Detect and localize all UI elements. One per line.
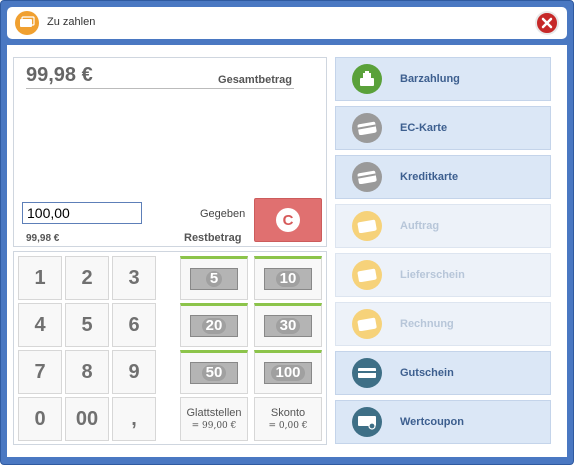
rest-amount: 99,98 € — [26, 233, 60, 244]
key-9[interactable]: 9 — [112, 350, 156, 394]
key-2[interactable]: 2 — [65, 256, 109, 300]
content-area: 99,98 € Gesamtbetrag Gegeben C 99,98 € R… — [7, 45, 567, 457]
note-30-button[interactable]: 30 — [254, 303, 322, 347]
card-icon — [352, 113, 382, 143]
total-amount: 99,98 € — [26, 64, 93, 86]
payment-voucher-button[interactable]: Gutschein — [335, 351, 551, 395]
document-icon — [352, 309, 382, 339]
cash-register-icon — [352, 64, 382, 94]
payment-label: Kreditkarte — [400, 171, 459, 183]
payment-label: Lieferschein — [400, 269, 465, 281]
payment-coupon-button[interactable]: Wertcoupon — [335, 400, 551, 444]
key-00[interactable]: 00 — [65, 397, 109, 441]
money-icon — [15, 11, 39, 35]
payment-cash-button[interactable]: Barzahlung — [335, 57, 551, 101]
document-icon — [352, 211, 382, 241]
banknote-icon: 10 — [264, 268, 312, 290]
payment-label: Rechnung — [400, 318, 454, 330]
payment-invoice-button[interactable]: Rechnung — [335, 302, 551, 346]
banknote-icon: 50 — [190, 362, 238, 384]
key-4[interactable]: 4 — [18, 303, 62, 347]
key-5[interactable]: 5 — [65, 303, 109, 347]
note-10-button[interactable]: 10 — [254, 256, 322, 300]
key-7[interactable]: 7 — [18, 350, 62, 394]
given-amount-input[interactable] — [22, 202, 142, 224]
payment-delivery-note-button[interactable]: Lieferschein — [335, 253, 551, 297]
card-icon — [352, 162, 382, 192]
note-100-button[interactable]: 100 — [254, 350, 322, 394]
payment-methods: Barzahlung EC-Karte Kreditkarte Auftrag — [335, 57, 555, 449]
discount-button[interactable]: Skonto = 0,00 € — [254, 397, 322, 441]
banknote-stack-icon: 30 — [264, 315, 312, 337]
payment-label: Barzahlung — [400, 73, 460, 85]
close-icon — [541, 17, 553, 29]
banknote-icon: 5 — [190, 268, 238, 290]
window-title: Zu zahlen — [47, 16, 96, 28]
payment-label: Auftrag — [400, 220, 440, 232]
note-value: 50 — [201, 365, 227, 381]
round-button[interactable]: Glattstellen = 99,00 € — [180, 397, 248, 441]
banknote-icon: 100 — [264, 362, 312, 384]
key-3[interactable]: 3 — [112, 256, 156, 300]
note-value: 30 — [275, 318, 301, 334]
document-icon — [352, 260, 382, 290]
rest-label: Restbetrag — [184, 232, 242, 244]
note-value: 20 — [201, 318, 227, 334]
key-0[interactable]: 0 — [18, 397, 62, 441]
given-label: Gegeben — [200, 208, 246, 220]
note-50-button[interactable]: 50 — [180, 350, 248, 394]
payment-label: Gutschein — [400, 367, 454, 379]
clear-button[interactable]: C — [254, 198, 322, 242]
close-button[interactable] — [535, 11, 559, 35]
banknote-icon: 20 — [190, 315, 238, 337]
note-value: 5 — [205, 271, 223, 287]
note-20-button[interactable]: 20 — [180, 303, 248, 347]
round-label: Glattstellen — [186, 407, 242, 419]
round-value: = 99,00 € — [191, 421, 237, 431]
total-label: Gesamtbetrag — [218, 74, 292, 86]
voucher-icon — [352, 358, 382, 388]
payment-label: Wertcoupon — [400, 416, 464, 428]
payment-label: EC-Karte — [400, 122, 448, 134]
coupon-icon — [352, 407, 382, 437]
clear-icon: C — [276, 208, 300, 232]
payment-order-button[interactable]: Auftrag — [335, 204, 551, 248]
discount-label: Skonto — [270, 407, 306, 419]
note-5-button[interactable]: 5 — [180, 256, 248, 300]
title-bar: Zu zahlen — [7, 7, 567, 39]
payment-ec-card-button[interactable]: EC-Karte — [335, 106, 551, 150]
discount-value: = 0,00 € — [268, 421, 308, 431]
divider — [26, 88, 294, 89]
payment-credit-card-button[interactable]: Kreditkarte — [335, 155, 551, 199]
key-8[interactable]: 8 — [65, 350, 109, 394]
payment-window: Zu zahlen 99,98 € Gesamtbetrag Gegeben C… — [0, 0, 574, 465]
key-1[interactable]: 1 — [18, 256, 62, 300]
keypad-panel: 1 2 3 4 5 6 7 8 9 0 00 , 5 10 20 30 50 1… — [13, 251, 327, 445]
note-value: 10 — [275, 271, 301, 287]
key-comma[interactable]: , — [112, 397, 156, 441]
key-6[interactable]: 6 — [112, 303, 156, 347]
note-value: 100 — [271, 365, 305, 381]
summary-panel: 99,98 € Gesamtbetrag Gegeben C 99,98 € R… — [13, 57, 327, 247]
